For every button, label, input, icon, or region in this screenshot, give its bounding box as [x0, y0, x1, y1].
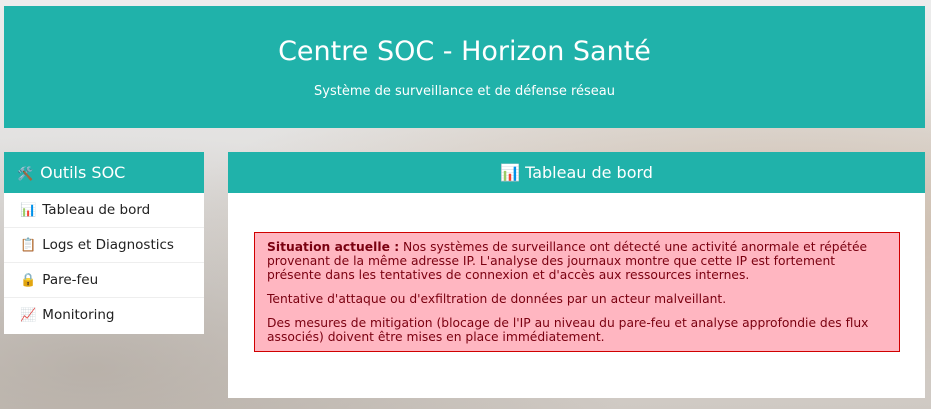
- sidebar-item-label: Monitoring: [42, 307, 115, 323]
- sidebar-item-label: Logs et Diagnostics: [42, 237, 174, 253]
- sidebar-item-label: Tableau de bord: [42, 202, 151, 218]
- page-subtitle: Système de surveillance et de défense ré…: [314, 84, 615, 99]
- alert-box: Situation actuelle : Nos systèmes de sur…: [254, 232, 900, 352]
- sidebar-header: 🛠️ Outils SOC: [4, 152, 204, 193]
- clipboard-icon: 📋: [20, 238, 37, 253]
- trend-chart-icon: 📈: [20, 308, 37, 323]
- sidebar-item-logs[interactable]: 📋 Logs et Diagnostics: [4, 228, 204, 263]
- main-panel-title: Tableau de bord: [525, 163, 653, 182]
- bar-chart-icon: 📊: [500, 163, 520, 182]
- sidebar-item-firewall[interactable]: 🔒 Pare-feu: [4, 263, 204, 298]
- bar-chart-icon: 📊: [20, 203, 37, 218]
- tools-icon: 🛠️: [17, 167, 34, 182]
- sidebar-title: Outils SOC: [40, 163, 126, 182]
- sidebar: 🛠️ Outils SOC 📊 Tableau de bord 📋 Logs e…: [4, 152, 204, 334]
- main-panel: 📊 Tableau de bord Situation actuelle : N…: [228, 152, 925, 398]
- sidebar-item-label: Pare-feu: [42, 272, 99, 288]
- main-panel-header: 📊 Tableau de bord: [228, 152, 925, 193]
- sidebar-item-monitoring[interactable]: 📈 Monitoring: [4, 298, 204, 332]
- page-title: Centre SOC - Horizon Santé: [278, 36, 651, 67]
- lock-icon: 🔒: [20, 273, 37, 288]
- alert-paragraph-2: Tentative d'attaque ou d'exfiltration de…: [267, 292, 727, 306]
- alert-label: Situation actuelle :: [267, 240, 400, 254]
- sidebar-item-dashboard[interactable]: 📊 Tableau de bord: [4, 193, 204, 228]
- page-header: Centre SOC - Horizon Santé Système de su…: [4, 6, 925, 128]
- alert-paragraph-3: Des mesures de mitigation (blocage de l'…: [267, 316, 869, 344]
- alert-paragraph-1: Situation actuelle : Nos systèmes de sur…: [267, 240, 887, 282]
